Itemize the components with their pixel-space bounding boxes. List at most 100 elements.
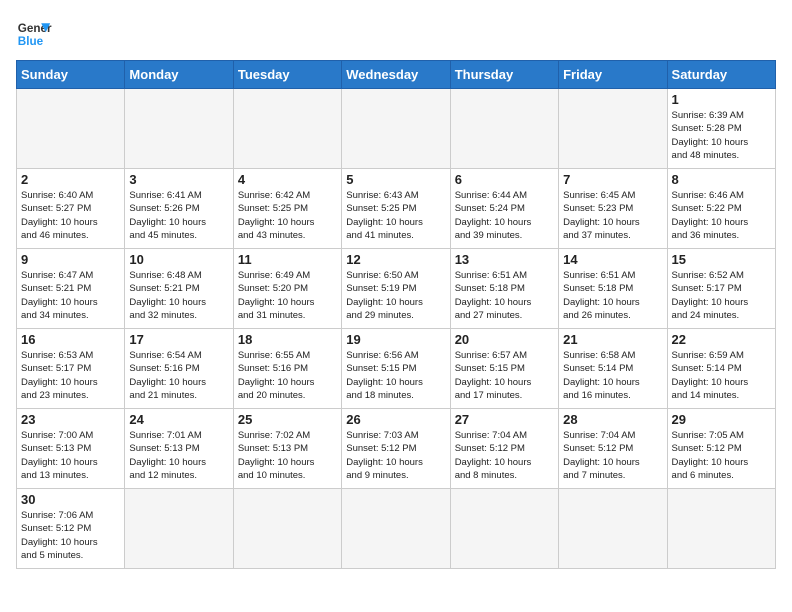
day-number: 5 — [346, 172, 445, 187]
day-cell: 28 Sunrise: 7:04 AMSunset: 5:12 PMDayligh… — [559, 409, 667, 489]
weekday-header-row: SundayMondayTuesdayWednesdayThursdayFrid… — [17, 61, 776, 89]
day-number: 29 — [672, 412, 771, 427]
day-number: 9 — [21, 252, 120, 267]
day-number: 14 — [563, 252, 662, 267]
day-info: Sunrise: 6:59 AMSunset: 5:14 PMDaylight:… — [672, 349, 771, 402]
day-number: 10 — [129, 252, 228, 267]
week-row-4: 16Sunrise: 6:53 AMSunset: 5:17 PMDayligh… — [17, 329, 776, 409]
day-cell — [233, 89, 341, 169]
day-cell: 25 Sunrise: 7:02 AMSunset: 5:13 PMDayligh… — [233, 409, 341, 489]
weekday-header-monday: Monday — [125, 61, 233, 89]
day-info: Sunrise: 7:02 AMSunset: 5:13 PMDaylight:… — [238, 429, 337, 482]
day-cell — [450, 89, 558, 169]
day-info: Sunrise: 7:04 AMSunset: 5:12 PMDaylight:… — [563, 429, 662, 482]
day-cell: 16Sunrise: 6:53 AMSunset: 5:17 PMDayligh… — [17, 329, 125, 409]
day-cell: 17 Sunrise: 6:54 AMSunset: 5:16 PMDayligh… — [125, 329, 233, 409]
day-info: Sunrise: 6:47 AMSunset: 5:21 PMDaylight:… — [21, 269, 120, 322]
day-number: 23 — [21, 412, 120, 427]
day-info: Sunrise: 6:45 AMSunset: 5:23 PMDaylight:… — [563, 189, 662, 242]
day-cell: 7 Sunrise: 6:45 AMSunset: 5:23 PMDaylight… — [559, 169, 667, 249]
day-cell: 15 Sunrise: 6:52 AMSunset: 5:17 PMDayligh… — [667, 249, 775, 329]
week-row-3: 9 Sunrise: 6:47 AMSunset: 5:21 PMDaylight… — [17, 249, 776, 329]
day-info: Sunrise: 7:01 AMSunset: 5:13 PMDaylight:… — [129, 429, 228, 482]
day-number: 30 — [21, 492, 120, 507]
day-cell — [17, 89, 125, 169]
day-number: 12 — [346, 252, 445, 267]
day-info: Sunrise: 7:00 AMSunset: 5:13 PMDaylight:… — [21, 429, 120, 482]
day-cell: 3Sunrise: 6:41 AMSunset: 5:26 PMDaylight… — [125, 169, 233, 249]
day-cell: 5 Sunrise: 6:43 AMSunset: 5:25 PMDaylight… — [342, 169, 450, 249]
day-info: Sunrise: 6:46 AMSunset: 5:22 PMDaylight:… — [672, 189, 771, 242]
weekday-header-wednesday: Wednesday — [342, 61, 450, 89]
day-cell: 13Sunrise: 6:51 AMSunset: 5:18 PMDayligh… — [450, 249, 558, 329]
weekday-header-tuesday: Tuesday — [233, 61, 341, 89]
weekday-header-saturday: Saturday — [667, 61, 775, 89]
day-cell: 6Sunrise: 6:44 AMSunset: 5:24 PMDaylight… — [450, 169, 558, 249]
day-cell: 14 Sunrise: 6:51 AMSunset: 5:18 PMDayligh… — [559, 249, 667, 329]
day-cell: 4 Sunrise: 6:42 AMSunset: 5:25 PMDaylight… — [233, 169, 341, 249]
day-cell: 23 Sunrise: 7:00 AMSunset: 5:13 PMDayligh… — [17, 409, 125, 489]
day-info: Sunrise: 6:56 AMSunset: 5:15 PMDaylight:… — [346, 349, 445, 402]
day-info: Sunrise: 6:49 AMSunset: 5:20 PMDaylight:… — [238, 269, 337, 322]
day-number: 27 — [455, 412, 554, 427]
day-cell: 30 Sunrise: 7:06 AMSunset: 5:12 PMDayligh… — [17, 489, 125, 569]
weekday-header-sunday: Sunday — [17, 61, 125, 89]
day-info: Sunrise: 7:04 AMSunset: 5:12 PMDaylight:… — [455, 429, 554, 482]
day-number: 17 — [129, 332, 228, 347]
day-cell — [125, 89, 233, 169]
day-info: Sunrise: 6:52 AMSunset: 5:17 PMDaylight:… — [672, 269, 771, 322]
day-info: Sunrise: 7:06 AMSunset: 5:12 PMDaylight:… — [21, 509, 120, 562]
calendar: SundayMondayTuesdayWednesdayThursdayFrid… — [16, 60, 776, 569]
day-number: 3 — [129, 172, 228, 187]
day-number: 22 — [672, 332, 771, 347]
week-row-1: 1 Sunrise: 6:39 AMSunset: 5:28 PMDaylight… — [17, 89, 776, 169]
day-info: Sunrise: 7:05 AMSunset: 5:12 PMDaylight:… — [672, 429, 771, 482]
day-number: 7 — [563, 172, 662, 187]
day-cell: 1 Sunrise: 6:39 AMSunset: 5:28 PMDaylight… — [667, 89, 775, 169]
day-cell: 22 Sunrise: 6:59 AMSunset: 5:14 PMDayligh… — [667, 329, 775, 409]
week-row-2: 2 Sunrise: 6:40 AMSunset: 5:27 PMDaylight… — [17, 169, 776, 249]
day-info: Sunrise: 6:51 AMSunset: 5:18 PMDaylight:… — [563, 269, 662, 322]
day-number: 19 — [346, 332, 445, 347]
day-cell — [125, 489, 233, 569]
week-row-6: 30 Sunrise: 7:06 AMSunset: 5:12 PMDayligh… — [17, 489, 776, 569]
logo: General Blue — [16, 16, 52, 52]
day-number: 4 — [238, 172, 337, 187]
header: General Blue — [16, 16, 776, 52]
day-number: 28 — [563, 412, 662, 427]
day-cell: 10Sunrise: 6:48 AMSunset: 5:21 PMDayligh… — [125, 249, 233, 329]
day-number: 15 — [672, 252, 771, 267]
day-cell: 26Sunrise: 7:03 AMSunset: 5:12 PMDayligh… — [342, 409, 450, 489]
day-cell: 20Sunrise: 6:57 AMSunset: 5:15 PMDayligh… — [450, 329, 558, 409]
day-cell: 2 Sunrise: 6:40 AMSunset: 5:27 PMDaylight… — [17, 169, 125, 249]
logo-icon: General Blue — [16, 16, 52, 52]
day-number: 1 — [672, 92, 771, 107]
day-number: 21 — [563, 332, 662, 347]
day-number: 8 — [672, 172, 771, 187]
day-cell — [559, 489, 667, 569]
day-number: 25 — [238, 412, 337, 427]
day-info: Sunrise: 6:39 AMSunset: 5:28 PMDaylight:… — [672, 109, 771, 162]
day-cell: 18Sunrise: 6:55 AMSunset: 5:16 PMDayligh… — [233, 329, 341, 409]
day-number: 2 — [21, 172, 120, 187]
day-cell: 9 Sunrise: 6:47 AMSunset: 5:21 PMDaylight… — [17, 249, 125, 329]
day-info: Sunrise: 6:42 AMSunset: 5:25 PMDaylight:… — [238, 189, 337, 242]
day-info: Sunrise: 6:44 AMSunset: 5:24 PMDaylight:… — [455, 189, 554, 242]
day-cell — [450, 489, 558, 569]
day-info: Sunrise: 6:54 AMSunset: 5:16 PMDaylight:… — [129, 349, 228, 402]
day-number: 13 — [455, 252, 554, 267]
day-info: Sunrise: 6:50 AMSunset: 5:19 PMDaylight:… — [346, 269, 445, 322]
day-cell: 27 Sunrise: 7:04 AMSunset: 5:12 PMDayligh… — [450, 409, 558, 489]
day-cell — [559, 89, 667, 169]
day-cell: 29 Sunrise: 7:05 AMSunset: 5:12 PMDayligh… — [667, 409, 775, 489]
day-info: Sunrise: 7:03 AMSunset: 5:12 PMDaylight:… — [346, 429, 445, 482]
day-number: 24 — [129, 412, 228, 427]
day-cell: 19 Sunrise: 6:56 AMSunset: 5:15 PMDayligh… — [342, 329, 450, 409]
day-cell — [233, 489, 341, 569]
day-info: Sunrise: 6:40 AMSunset: 5:27 PMDaylight:… — [21, 189, 120, 242]
day-cell — [342, 489, 450, 569]
day-cell — [667, 489, 775, 569]
day-info: Sunrise: 6:43 AMSunset: 5:25 PMDaylight:… — [346, 189, 445, 242]
day-number: 11 — [238, 252, 337, 267]
day-number: 16 — [21, 332, 120, 347]
